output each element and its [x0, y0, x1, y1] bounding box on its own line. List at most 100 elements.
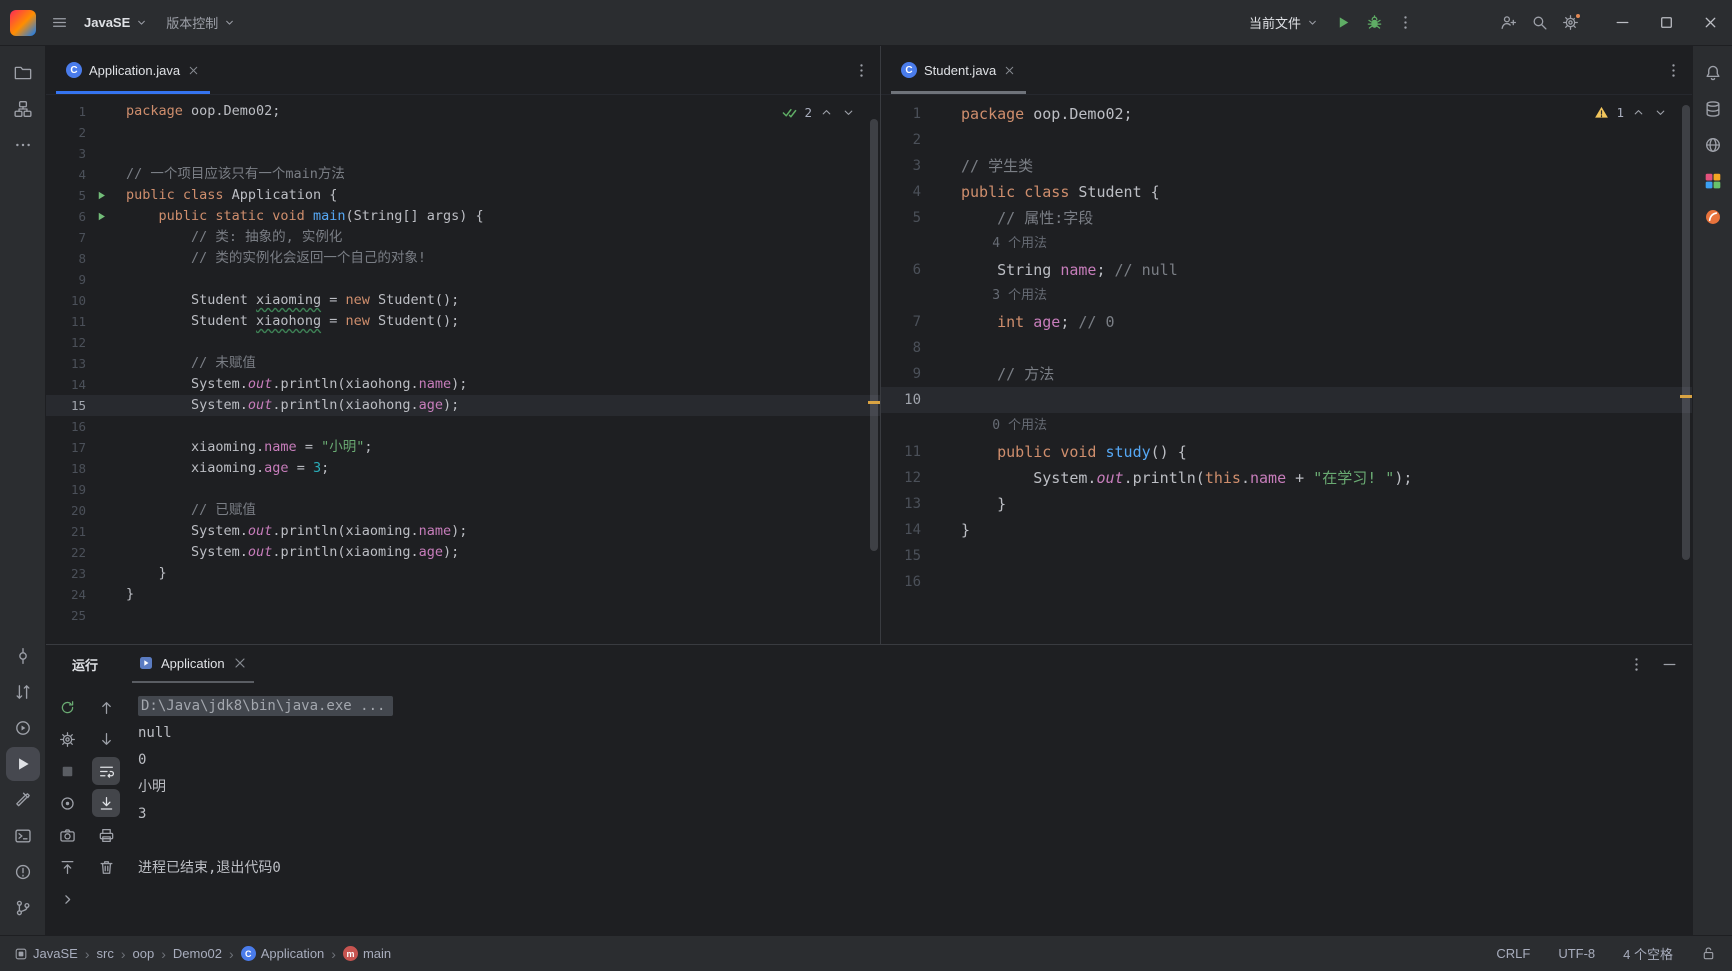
line-ending-widget[interactable]: CRLF — [1496, 946, 1530, 961]
run-gutter-icon[interactable] — [96, 211, 107, 222]
more-toolwindows-button[interactable] — [6, 128, 40, 162]
database-toolwindow-button[interactable] — [1696, 92, 1730, 126]
line-number[interactable]: 7 — [881, 309, 925, 335]
code-line[interactable]: 5 // 属性:字段 — [881, 205, 1692, 231]
code-text[interactable] — [112, 605, 126, 626]
coverage-button[interactable] — [53, 789, 81, 817]
code-line[interactable]: 12 — [46, 332, 880, 353]
breadcrumb-item[interactable]: JavaSE — [14, 946, 78, 961]
usages-inlay-hint[interactable]: 0 个用法 — [947, 413, 1047, 439]
code-text[interactable]: package oop.Demo02; — [112, 101, 280, 122]
code-editor-student[interactable]: 1package oop.Demo02;23// 学生类4public clas… — [881, 95, 1692, 644]
code-text[interactable]: // 方法 — [947, 361, 1054, 387]
code-line[interactable]: 1 package oop.Demo02; — [46, 101, 880, 122]
code-line[interactable]: 13 // 未赋值 — [46, 353, 880, 374]
line-number[interactable]: 6 — [881, 257, 925, 283]
editor-options-kebab-icon[interactable] — [1665, 62, 1682, 79]
inspections-widget[interactable]: 1 — [1594, 105, 1668, 120]
line-number[interactable]: 11 — [46, 311, 90, 332]
breadcrumb-item[interactable]: src — [96, 946, 113, 961]
code-text[interactable]: // 类的实例化会返回一个自己的对象! — [112, 248, 426, 269]
stop-button[interactable] — [53, 757, 81, 785]
line-number[interactable]: 12 — [881, 465, 925, 491]
services-toolwindow-button[interactable] — [6, 711, 40, 745]
code-text[interactable] — [947, 387, 961, 413]
code-text[interactable]: String name; // null — [947, 257, 1178, 283]
line-number[interactable]: 13 — [46, 353, 90, 374]
project-toolwindow-button[interactable] — [6, 56, 40, 90]
run-gutter-icon[interactable] — [96, 190, 107, 201]
usages-inlay-hint[interactable]: 3 个用法 — [947, 283, 1047, 309]
scrollbar-thumb[interactable] — [870, 119, 878, 551]
code-line[interactable]: 20 // 已赋值 — [46, 500, 880, 521]
code-text[interactable]: Student xiaoming = new Student(); — [112, 290, 459, 311]
line-number[interactable]: 10 — [881, 387, 925, 413]
code-text[interactable] — [947, 569, 961, 595]
line-number[interactable]: 4 — [46, 164, 90, 185]
code-line[interactable]: 10 Student xiaoming = new Student(); — [46, 290, 880, 311]
code-text[interactable]: int age; // 0 — [947, 309, 1115, 335]
next-problem-icon[interactable] — [1653, 105, 1668, 120]
pull-requests-toolwindow-button[interactable] — [6, 675, 40, 709]
line-number[interactable]: 3 — [46, 143, 90, 164]
code-line[interactable]: 12 System.out.println(this.name + "在学习! … — [881, 465, 1692, 491]
inlay-hint-line[interactable]: 4 个用法 — [881, 231, 1692, 257]
code-text[interactable]: xiaoming.age = 3; — [112, 458, 329, 479]
run-panel-options-icon[interactable] — [1628, 656, 1645, 673]
line-number[interactable]: 1 — [46, 101, 90, 122]
line-number[interactable]: 25 — [46, 605, 90, 626]
code-text[interactable]: xiaoming.name = "小明"; — [112, 437, 372, 458]
code-text[interactable] — [947, 335, 961, 361]
close-tab-icon[interactable] — [232, 655, 248, 671]
code-line[interactable]: 8 — [881, 335, 1692, 361]
close-tab-icon[interactable] — [187, 64, 200, 77]
code-text[interactable] — [112, 332, 126, 353]
plugin-toolwindow-button[interactable] — [1696, 164, 1730, 198]
code-text[interactable]: // 未赋值 — [112, 353, 256, 374]
line-number[interactable]: 9 — [46, 269, 90, 290]
code-line[interactable]: 22 System.out.println(xiaoming.age); — [46, 542, 880, 563]
breadcrumb-item[interactable]: Demo02 — [173, 946, 222, 961]
code-text[interactable]: System.out.println(xiaoming.name); — [112, 521, 467, 542]
code-text[interactable] — [112, 269, 126, 290]
line-number[interactable]: 16 — [46, 416, 90, 437]
code-line[interactable]: 4public class Student { — [881, 179, 1692, 205]
line-number[interactable]: 9 — [881, 361, 925, 387]
code-text[interactable] — [112, 416, 126, 437]
prev-occurrence-button[interactable] — [92, 693, 120, 721]
line-number[interactable]: 2 — [881, 127, 925, 153]
main-menu-button[interactable] — [44, 7, 75, 39]
prev-problem-icon[interactable] — [1631, 105, 1646, 120]
more-actions-button[interactable] — [1390, 7, 1421, 39]
code-line[interactable]: 15 — [881, 543, 1692, 569]
code-text[interactable]: // 一个项目应该只有一个main方法 — [112, 164, 345, 185]
breadcrumb-item[interactable]: CApplication — [241, 946, 325, 961]
code-line[interactable]: 6 String name; // null — [881, 257, 1692, 283]
code-line[interactable]: 5public class Application { — [46, 185, 880, 206]
code-text[interactable]: System.out.println(xiaohong.name); — [112, 374, 467, 395]
code-line[interactable]: 7 // 类: 抽象的, 实例化 — [46, 227, 880, 248]
git-toolwindow-button[interactable] — [6, 891, 40, 925]
code-line[interactable]: 9 — [46, 269, 880, 290]
run-tab-application[interactable]: Application — [132, 645, 254, 683]
console-command-line[interactable]: D:\Java\jdk8\bin\java.exe ... — [138, 693, 1692, 720]
soft-wrap-button[interactable] — [92, 757, 120, 785]
line-number[interactable]: 21 — [46, 521, 90, 542]
code-text[interactable] — [112, 122, 126, 143]
console-output[interactable]: D:\Java\jdk8\bin\java.exe ...null0小明3 进程… — [124, 683, 1692, 935]
line-number[interactable]: 19 — [46, 479, 90, 500]
code-line[interactable]: 7 int age; // 0 — [881, 309, 1692, 335]
breadcrumb-item[interactable]: mmain — [343, 946, 391, 961]
editor-options-kebab-icon[interactable] — [853, 62, 870, 79]
line-number[interactable]: 3 — [881, 153, 925, 179]
line-number[interactable]: 4 — [881, 179, 925, 205]
thread-dump-button[interactable] — [53, 821, 81, 849]
line-number[interactable]: 2 — [46, 122, 90, 143]
code-line[interactable]: 24} — [46, 584, 880, 605]
line-number[interactable]: 18 — [46, 458, 90, 479]
problems-toolwindow-button[interactable] — [6, 855, 40, 889]
code-line[interactable]: 11 public void study() { — [881, 439, 1692, 465]
encoding-widget[interactable]: UTF-8 — [1558, 946, 1595, 961]
line-number[interactable]: 7 — [46, 227, 90, 248]
code-text[interactable]: } — [112, 584, 134, 605]
